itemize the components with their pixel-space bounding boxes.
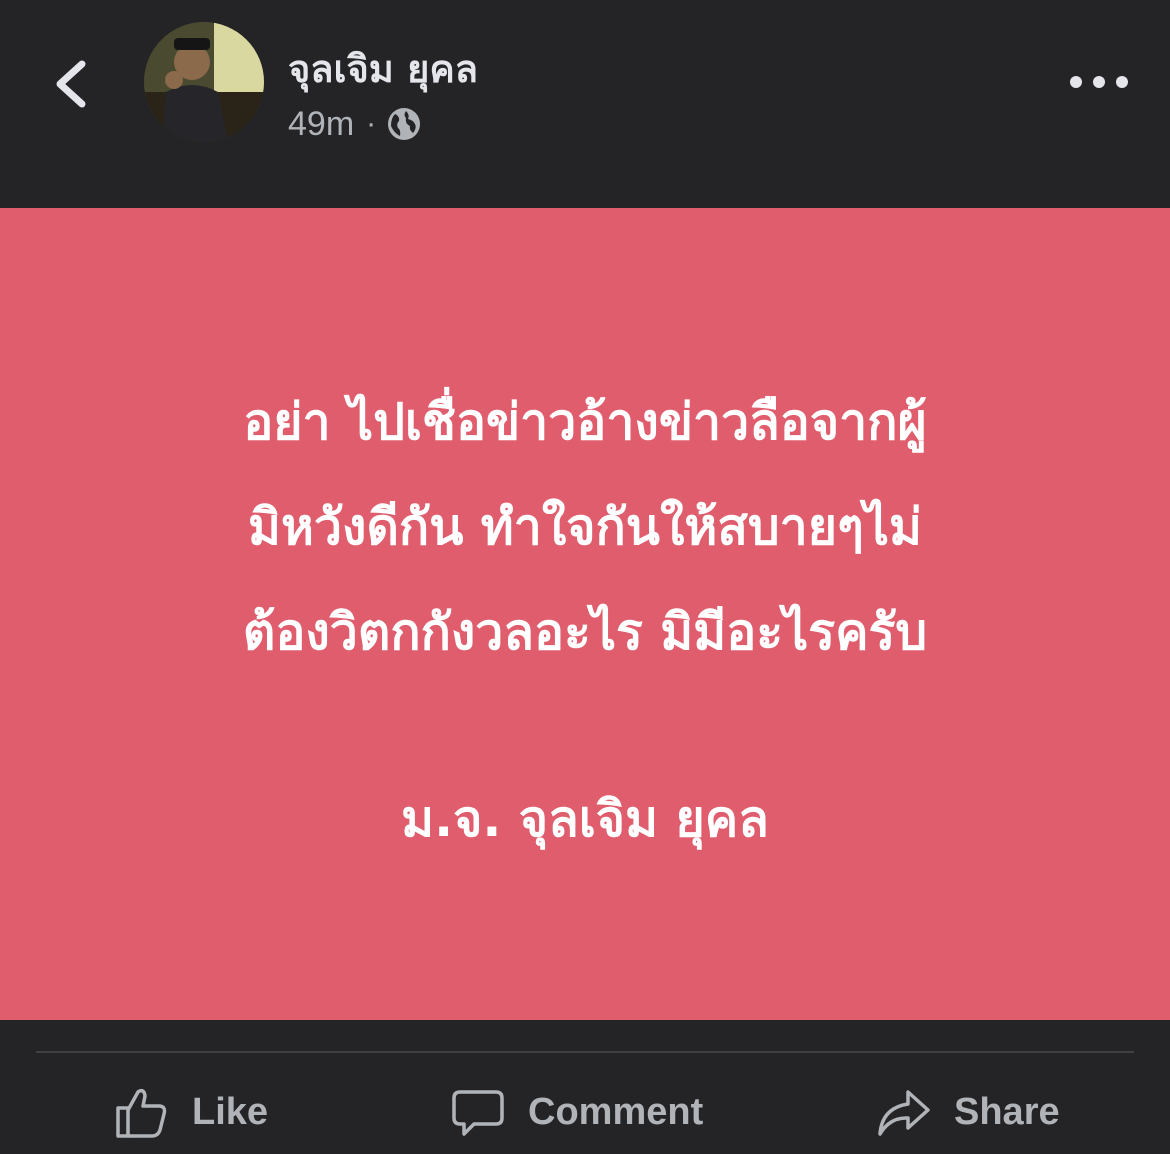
avatar-photo [144, 22, 264, 142]
post-meta: 49m · [288, 100, 422, 148]
post-line: อย่า ไปเชื่อข่าวอ้างข่าวลือจากผู้ [243, 393, 927, 451]
meta-separator: · [366, 107, 377, 140]
comment-label: Comment [528, 1090, 704, 1133]
author-name[interactable]: จุลเจิม ยุคล [288, 44, 478, 94]
post-line: มิหวังดีกัน ทำใจกันให้สบายๆไม่ [248, 498, 922, 556]
share-label: Share [954, 1090, 1060, 1133]
share-button[interactable]: Share [876, 1080, 1060, 1144]
more-horizontal-icon [1070, 76, 1128, 88]
comment-button[interactable]: Comment [450, 1080, 703, 1144]
share-arrow-icon [878, 1090, 930, 1136]
like-button[interactable]: Like [114, 1080, 268, 1144]
like-label: Like [192, 1090, 269, 1133]
avatar[interactable] [144, 22, 264, 142]
post-line: ต้องวิตกกังวลอะไร มิมีอะไรครับ [242, 603, 928, 661]
chevron-left-icon [56, 60, 86, 108]
back-button[interactable] [40, 44, 104, 124]
more-options-button[interactable] [1064, 58, 1134, 106]
thumbs-up-icon [116, 1088, 167, 1138]
globe-icon [386, 106, 422, 142]
actions-divider [36, 1051, 1134, 1053]
post-signature: ม.จ. จุลเจิม ยุคล [401, 790, 769, 848]
post-timestamp[interactable]: 49m [288, 105, 354, 144]
post-header: จุลเจิม ยุคล 49m · [0, 0, 1170, 208]
comment-icon [452, 1090, 504, 1136]
post-content[interactable]: อย่า ไปเชื่อข่าวอ้างข่าวลือจากผู้ มิหวัง… [0, 208, 1170, 1020]
post-message: อย่า ไปเชื่อข่าวอ้างข่าวลือจากผู้ มิหวัง… [60, 370, 1110, 685]
